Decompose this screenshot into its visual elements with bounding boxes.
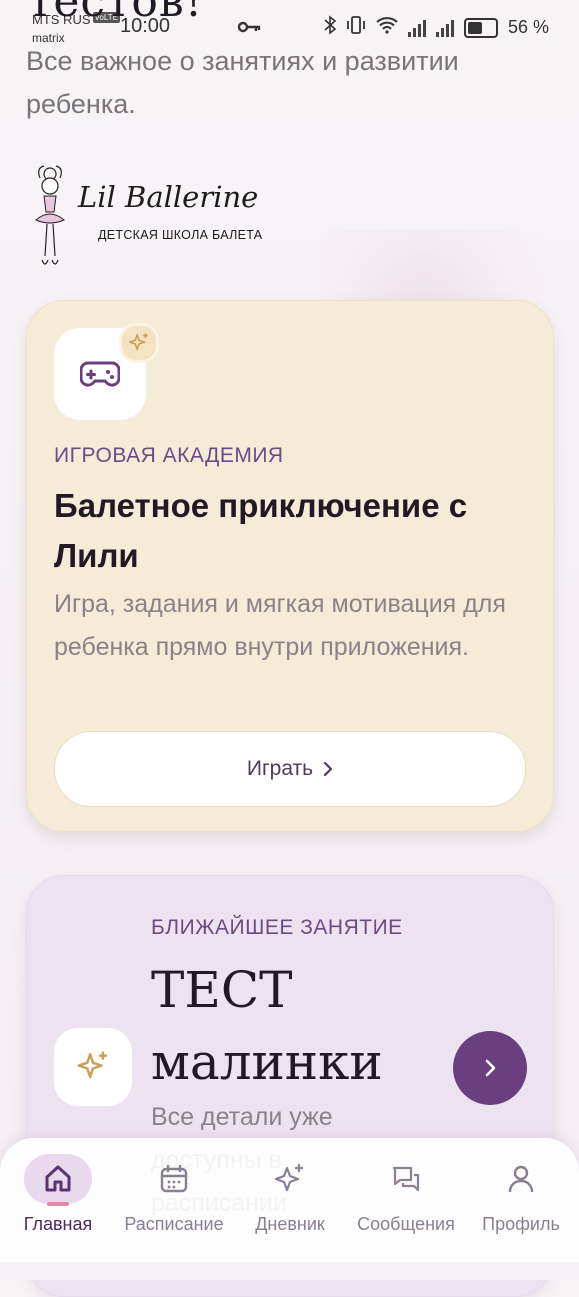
sparkle-icon [77,1051,108,1079]
tab-home[interactable]: Главная [0,1138,116,1262]
tab-home-label: Главная [23,1214,93,1234]
profile-icon [508,1165,534,1193]
game-card-eyebrow: ИГРОВАЯ АКАДЕМИЯ [54,444,284,467]
lesson-card-title: ТЕСТ малинки [151,961,383,1091]
vibrate-icon [346,16,366,39]
tab-diary[interactable]: Дневник [232,1138,348,1262]
logo-title: Lil Ballerine [78,180,259,214]
gamepad-icon [80,361,120,387]
wifi-icon [376,16,398,39]
play-button-label: Играть [246,757,314,780]
sparkle-badge [119,323,159,363]
bottom-navigation: Главная Расписание Дневник Сообщения Про… [0,1138,579,1262]
chat-icon [392,1166,420,1192]
active-tab-indicator [47,1202,69,1206]
tab-schedule-label: Расписание [124,1214,224,1234]
signal-icon [407,19,426,37]
open-lesson-button[interactable] [453,1031,527,1105]
page-title: тестов! [28,0,204,27]
lesson-card-eyebrow: БЛИЖАЙШЕЕ ЗАНЯТИЕ [151,916,403,939]
tab-profile-label: Профиль [482,1214,560,1234]
bluetooth-icon [324,15,337,40]
tab-diary-label: Дневник [255,1214,325,1234]
home-icon [45,1165,71,1192]
chevron-right-icon [485,1059,496,1077]
logo-subtitle: ДЕТСКАЯ ШКОЛА БАЛЕТА [98,228,263,242]
battery-percent: 56 % [507,17,549,37]
lesson-icon-tile [54,1028,132,1106]
play-button[interactable]: Играть [54,731,526,807]
school-logo: Lil Ballerine ДЕТСКАЯ ШКОЛА БАЛЕТА [30,160,290,280]
signal-icon-2 [435,19,454,37]
ballerina-illustration [35,165,65,265]
game-card-title: Балетное приключение с Лили [54,487,468,574]
game-academy-card[interactable]: ИГРОВАЯ АКАДЕМИЯ Балетное приключение с … [26,300,554,832]
status-icons: 56 % [324,15,549,40]
tab-messages-label: Сообщения [357,1214,455,1234]
game-card-description: Игра, задания и мягкая мотивация для реб… [54,590,506,661]
tab-profile[interactable]: Профиль [463,1138,579,1262]
sparkle-icon [129,333,149,351]
sparkle-icon [275,1163,304,1192]
chevron-right-icon [324,761,333,777]
tab-messages[interactable]: Сообщения [348,1138,464,1262]
calendar-icon [160,1165,188,1193]
page-subtitle: Все важное о занятиях и развитии ребенка… [26,46,459,119]
tab-schedule[interactable]: Расписание [116,1138,232,1262]
system-nav-area [0,1262,579,1280]
vpn-key-icon [237,14,262,40]
battery-icon [463,17,498,38]
